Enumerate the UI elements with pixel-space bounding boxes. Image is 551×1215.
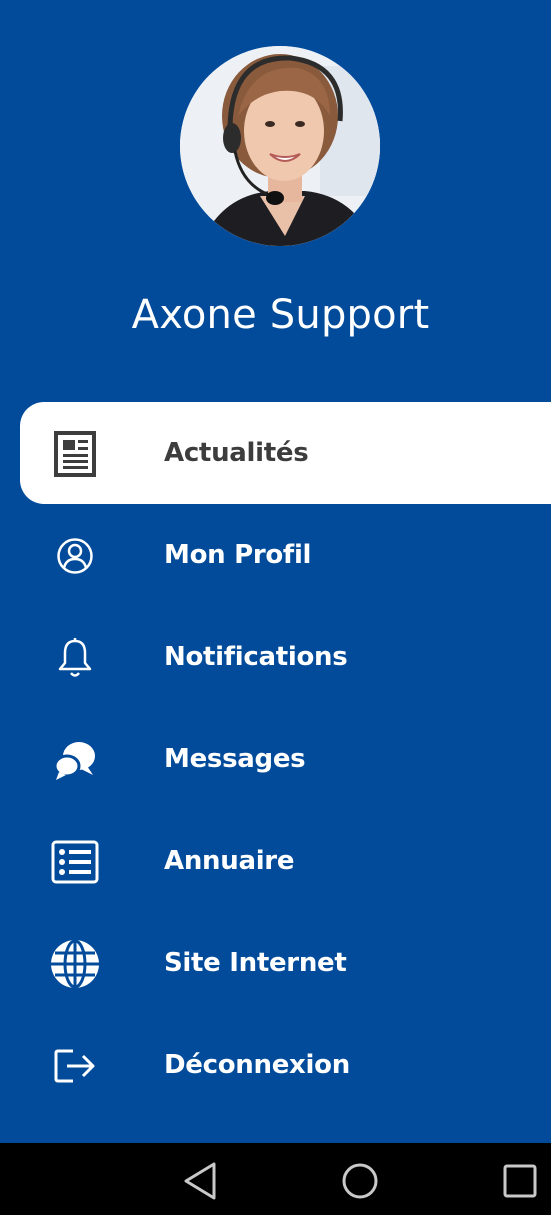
newspaper-icon [50, 429, 100, 479]
menu-item-annuaire[interactable]: Annuaire [20, 810, 551, 912]
menu-item-label: Mon Profil [164, 540, 312, 570]
menu-item-label: Déconnexion [164, 1050, 350, 1080]
menu-item-deconnexion[interactable]: Déconnexion [20, 1014, 551, 1116]
menu-item-label: Annuaire [164, 846, 295, 876]
menu-item-label: Notifications [164, 642, 348, 672]
menu-item-label: Site Internet [164, 948, 347, 978]
list-icon [50, 837, 100, 887]
navigation-drawer: Axone Support Actualités Mon Profil Noti… [0, 0, 551, 1143]
user-name: Axone Support [131, 292, 430, 338]
globe-icon [50, 939, 100, 989]
menu-item-notifications[interactable]: Notifications [20, 606, 551, 708]
system-navigation-bar [0, 1143, 551, 1215]
menu-item-label: Actualités [164, 438, 309, 468]
menu-item-label: Messages [164, 744, 306, 774]
menu-item-actualites[interactable]: Actualités [20, 402, 551, 504]
user-circle-icon [50, 531, 100, 581]
back-triangle-icon[interactable] [180, 1161, 220, 1201]
logout-icon [50, 1041, 100, 1091]
menu-item-messages[interactable]: Messages [20, 708, 551, 810]
recents-square-icon[interactable] [500, 1161, 540, 1201]
menu-item-mon-profil[interactable]: Mon Profil [20, 504, 551, 606]
support-agent-photo [180, 46, 380, 246]
chat-bubbles-icon [50, 735, 100, 785]
menu-item-site-internet[interactable]: Site Internet [20, 912, 551, 1014]
avatar[interactable] [180, 46, 380, 246]
bell-icon [50, 633, 100, 683]
home-circle-icon[interactable] [340, 1161, 380, 1201]
